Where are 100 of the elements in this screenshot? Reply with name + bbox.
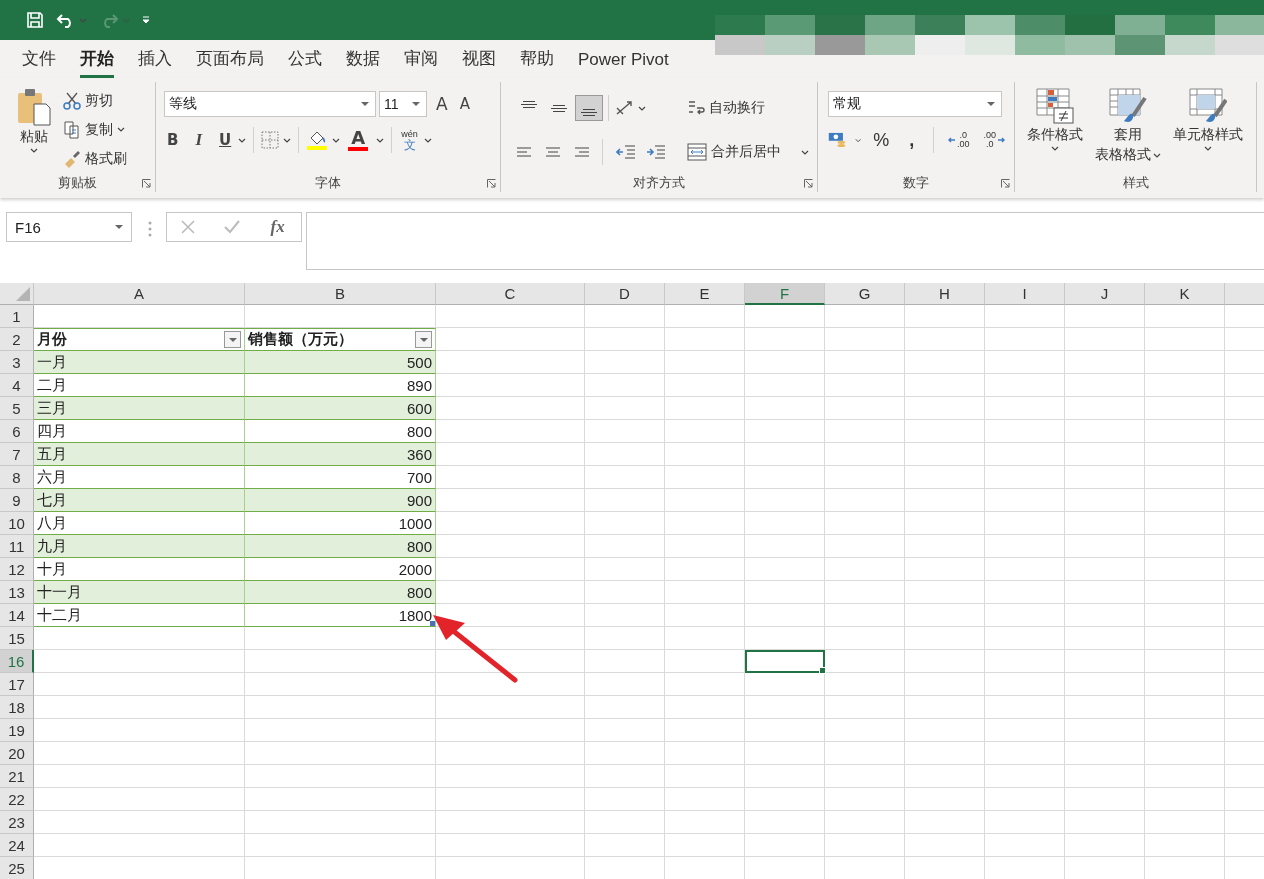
format-painter-button[interactable]: 格式刷: [60, 148, 130, 171]
column-header[interactable]: I: [985, 283, 1065, 305]
underline-button[interactable]: U: [216, 129, 235, 151]
fill-color-icon[interactable]: [306, 129, 329, 151]
ribbon-tab[interactable]: Power Pivot: [566, 50, 681, 78]
merge-center-button[interactable]: 合并后居中: [684, 141, 812, 163]
row-header[interactable]: 13: [0, 581, 34, 604]
paste-button[interactable]: 粘贴: [12, 86, 56, 174]
name-box[interactable]: F16: [6, 212, 132, 242]
row-header[interactable]: 17: [0, 673, 34, 696]
conditional-formatting-button[interactable]: 条件格式: [1023, 86, 1087, 174]
row-header[interactable]: 6: [0, 420, 34, 443]
active-cell[interactable]: [745, 650, 825, 673]
ribbon-tab[interactable]: 帮助: [508, 47, 566, 78]
increase-decimal-button[interactable]: .0 .00: [944, 131, 973, 149]
bold-button[interactable]: B: [164, 129, 182, 151]
italic-button[interactable]: I: [185, 128, 213, 152]
column-header[interactable]: J: [1065, 283, 1145, 305]
table-cell: 九月: [34, 535, 245, 558]
row-header[interactable]: 2: [0, 328, 34, 351]
percent-button[interactable]: %: [869, 129, 894, 151]
row-header[interactable]: 15: [0, 627, 34, 650]
ribbon-tab[interactable]: 开始: [68, 47, 126, 78]
row-header[interactable]: 21: [0, 765, 34, 788]
dialog-launcher-icon[interactable]: [142, 179, 151, 188]
row-header[interactable]: 20: [0, 742, 34, 765]
comma-style-button[interactable]: ,: [901, 129, 923, 151]
dialog-launcher-icon[interactable]: [487, 179, 496, 188]
ribbon-tab[interactable]: 文件: [10, 47, 68, 78]
table-cell: 890: [245, 374, 436, 397]
filter-button[interactable]: [224, 331, 241, 348]
save-button[interactable]: [24, 9, 46, 31]
checkmark-icon[interactable]: [222, 219, 241, 235]
font-color-button[interactable]: A: [344, 129, 373, 151]
ribbon-tab[interactable]: 数据: [334, 47, 392, 78]
vertical-align-button[interactable]: [575, 95, 603, 121]
row-header[interactable]: 22: [0, 788, 34, 811]
table-cell: 六月: [34, 466, 245, 489]
ribbon-tab[interactable]: 插入: [126, 47, 184, 78]
insert-function-button[interactable]: fx: [267, 215, 288, 239]
row-header[interactable]: 23: [0, 811, 34, 834]
format-as-table-button[interactable]: 套用 表格格式: [1091, 86, 1165, 174]
row-header[interactable]: 1: [0, 305, 34, 328]
column-header[interactable]: E: [665, 283, 745, 305]
drag-handle-icon[interactable]: [148, 221, 152, 237]
fill-handle[interactable]: [819, 667, 826, 674]
decrease-indent-icon[interactable]: [616, 144, 636, 160]
increase-font-size-button[interactable]: A: [433, 92, 451, 116]
formula-input[interactable]: [306, 212, 1264, 270]
wrap-text-icon: [687, 99, 705, 117]
resize-handle[interactable]: [430, 621, 435, 626]
row-header[interactable]: 24: [0, 834, 34, 857]
row-header[interactable]: 10: [0, 512, 34, 535]
row-header[interactable]: 12: [0, 558, 34, 581]
copy-button[interactable]: 复制: [60, 119, 130, 141]
decrease-decimal-button[interactable]: .00 .0: [980, 131, 1008, 149]
column-header[interactable]: D: [585, 283, 665, 305]
row-header[interactable]: 16: [0, 650, 34, 673]
dialog-launcher-icon[interactable]: [804, 179, 813, 188]
column-header[interactable]: F: [745, 283, 825, 305]
row-header[interactable]: 25: [0, 857, 34, 879]
table-cell: 十一月: [34, 581, 245, 604]
ribbon-tab[interactable]: 页面布局: [184, 47, 276, 78]
column-header[interactable]: K: [1145, 283, 1225, 305]
font-size-dropdown[interactable]: 11: [379, 91, 427, 117]
ribbon-tab[interactable]: 审阅: [392, 47, 450, 78]
font-name-dropdown[interactable]: 等线: [164, 91, 376, 117]
row-header[interactable]: 14: [0, 604, 34, 627]
arrow-icon: [947, 136, 956, 144]
column-header[interactable]: B: [245, 283, 436, 305]
decrease-font-size-button[interactable]: A: [456, 93, 473, 115]
dialog-launcher-icon[interactable]: [1001, 179, 1010, 188]
row-header[interactable]: 18: [0, 696, 34, 719]
ribbon-tab[interactable]: 公式: [276, 47, 334, 78]
ribbon-tab[interactable]: 视图: [450, 47, 508, 78]
row-header[interactable]: 5: [0, 397, 34, 420]
column-header[interactable]: G: [825, 283, 905, 305]
caret-icon: [1051, 146, 1059, 151]
row-header[interactable]: 4: [0, 374, 34, 397]
row-header[interactable]: 19: [0, 719, 34, 742]
column-header[interactable]: H: [905, 283, 985, 305]
phonetic-guide-button[interactable]: wén 文: [399, 129, 420, 151]
brush-icon: [63, 150, 81, 169]
increase-indent-icon[interactable]: [646, 144, 666, 160]
caret-icon: [117, 127, 125, 133]
wrap-text-button[interactable]: 自动换行: [684, 97, 812, 119]
row-header[interactable]: 7: [0, 443, 34, 466]
table-cell: 600: [245, 397, 436, 420]
row-header[interactable]: 11: [0, 535, 34, 558]
cut-button[interactable]: 剪切: [60, 89, 130, 112]
column-header[interactable]: A: [34, 283, 245, 305]
row-header[interactable]: 3: [0, 351, 34, 374]
row-header[interactable]: 8: [0, 466, 34, 489]
row-header[interactable]: 9: [0, 489, 34, 512]
customize-button[interactable]: [140, 14, 152, 26]
filter-button[interactable]: [415, 331, 432, 348]
number-format-dropdown[interactable]: 常规: [828, 91, 1002, 117]
cell-styles-button[interactable]: 单元格样式: [1169, 86, 1247, 174]
column-header[interactable]: C: [436, 283, 585, 305]
caret-icon: [376, 137, 385, 143]
